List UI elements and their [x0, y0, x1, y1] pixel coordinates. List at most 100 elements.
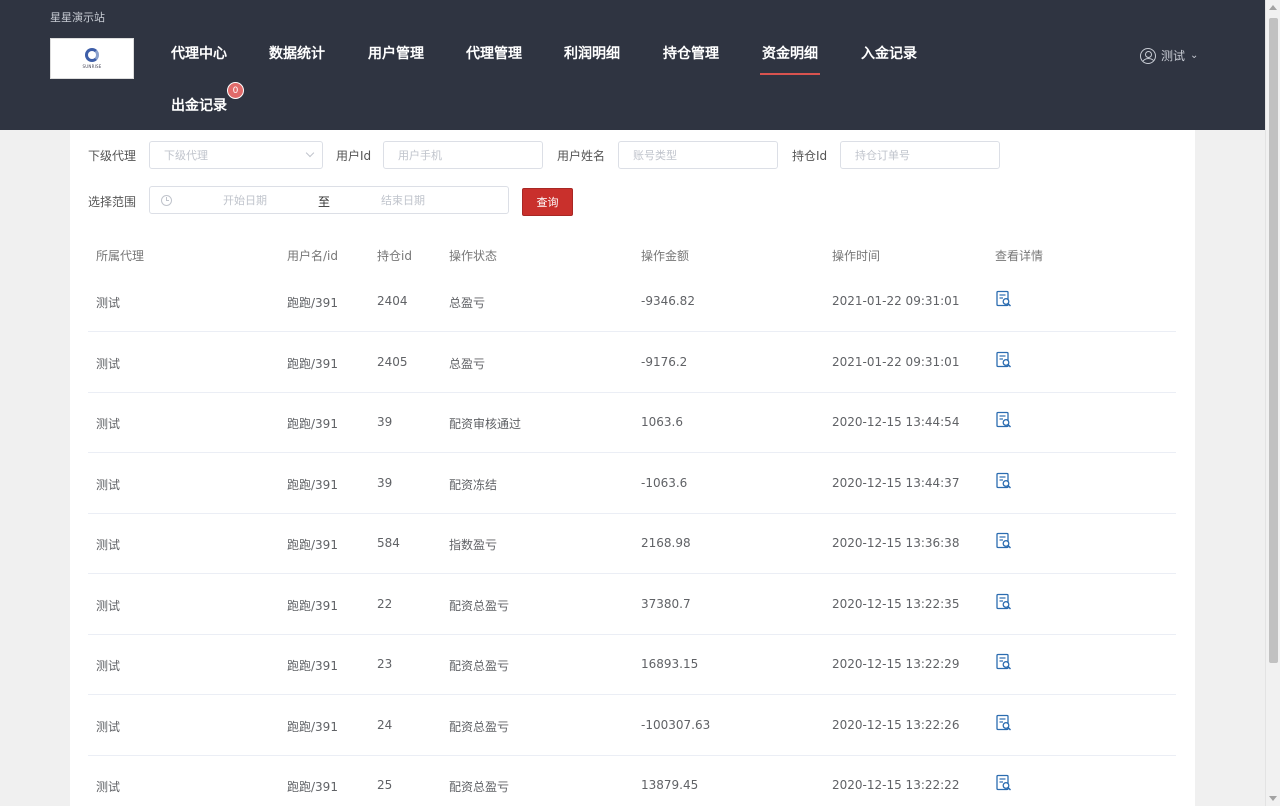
amount-cell: 16893.15 — [641, 657, 699, 671]
time-cell: 2020-12-15 13:36:38 — [832, 536, 960, 550]
nav-label: 出金记录 — [171, 98, 227, 114]
agent-cell: 测试 — [96, 538, 121, 552]
agent-cell: 测试 — [96, 356, 121, 371]
position-id-cell: 25 — [377, 778, 393, 792]
status-cell: 配资总盈亏 — [449, 780, 510, 794]
user-icon — [1140, 47, 1156, 64]
query-button[interactable]: 查询 — [522, 188, 573, 216]
table-row: 测试 跑跑/391 584 指数盈亏 2168.98 2020-12-15 13:36:3… — [88, 514, 1176, 574]
view-detail-icon[interactable] — [995, 411, 1013, 429]
view-detail-icon[interactable] — [995, 351, 1013, 369]
nav-agent-management[interactable]: 代理管理 — [466, 43, 522, 63]
amount-cell: -100307.63 — [641, 717, 711, 732]
position-id-cell: 39 — [377, 475, 393, 490]
status-cell: 总盈亏 — [449, 356, 486, 371]
agent-select[interactable] — [149, 141, 323, 169]
scroll-up-icon[interactable] — [1269, 5, 1277, 10]
position-id-cell: 23 — [377, 657, 393, 671]
agent-cell: 测试 — [96, 417, 121, 431]
username-input[interactable] — [618, 141, 778, 169]
status-cell: 配资总盈亏 — [449, 719, 510, 734]
view-detail-icon[interactable] — [995, 774, 1013, 792]
amount-cell: -9176.2 — [641, 354, 688, 369]
table-row: 测试 跑跑/391 24 配资总盈亏 -100307.63 2020-12-15 13:2… — [88, 696, 1176, 756]
agent-cell: 测试 — [96, 659, 121, 673]
scrollbar-thumb[interactable] — [1269, 18, 1278, 663]
position-id-cell: 584 — [377, 536, 400, 550]
time-cell: 2020-12-15 13:44:37 — [832, 475, 960, 490]
amount-cell: -1063.6 — [641, 475, 688, 490]
positionid-input[interactable] — [840, 141, 1000, 169]
start-date-input[interactable] — [190, 191, 300, 209]
user-name: 测试 — [1161, 49, 1186, 63]
username-cell: 跑跑/391 — [287, 417, 338, 431]
view-detail-icon[interactable] — [995, 472, 1013, 490]
username-cell: 跑跑/391 — [287, 356, 338, 371]
nav-data-stats[interactable]: 数据统计 — [269, 43, 325, 63]
view-detail-icon[interactable] — [995, 593, 1013, 611]
nav-profit-details[interactable]: 利润明细 — [564, 43, 620, 63]
page-scrollbar[interactable] — [1265, 0, 1280, 806]
view-detail-icon[interactable] — [995, 290, 1013, 308]
nav-label: 数据统计 — [269, 46, 325, 62]
userid-filter-label: 用户Id — [336, 149, 372, 163]
view-detail-icon[interactable] — [995, 532, 1013, 550]
nav-label: 资金明细 — [762, 46, 818, 62]
status-cell: 指数盈亏 — [449, 538, 498, 552]
nav-agent-center[interactable]: 代理中心 — [171, 43, 227, 63]
time-cell: 2020-12-15 13:22:35 — [832, 596, 960, 611]
site-name: 星星演示站 — [50, 11, 105, 24]
userid-input[interactable] — [383, 141, 543, 169]
amount-cell: 1063.6 — [641, 415, 683, 429]
column-header: 持仓id — [377, 249, 412, 263]
view-detail-icon[interactable] — [995, 653, 1013, 671]
status-cell: 配资总盈亏 — [449, 659, 510, 673]
position-id-cell: 22 — [377, 596, 393, 611]
clock-icon — [161, 195, 172, 206]
agent-cell: 测试 — [96, 477, 121, 492]
column-header: 操作金额 — [641, 249, 690, 263]
nav-label: 代理中心 — [171, 46, 227, 62]
username-cell: 跑跑/391 — [287, 538, 338, 552]
range-separator: 至 — [318, 195, 331, 209]
nav-user-management[interactable]: 用户管理 — [368, 43, 424, 63]
username-cell: 跑跑/391 — [287, 780, 338, 794]
nav-label: 利润明细 — [564, 46, 620, 62]
nav-label: 用户管理 — [368, 46, 424, 62]
time-cell: 2020-12-15 13:22:29 — [832, 657, 960, 671]
date-range-picker[interactable]: 至 — [149, 186, 509, 214]
status-cell: 总盈亏 — [449, 296, 486, 310]
username-cell: 跑跑/391 — [287, 477, 338, 492]
nav-withdraw-records[interactable]: 出金记录 0 — [171, 82, 244, 115]
logo-mark-icon — [84, 48, 99, 62]
username-cell: 跑跑/391 — [287, 659, 338, 673]
position-id-cell: 39 — [377, 415, 393, 429]
nav-label: 入金记录 — [861, 46, 917, 62]
agent-cell: 测试 — [96, 296, 121, 310]
nav-position-management[interactable]: 持仓管理 — [663, 43, 719, 63]
notification-badge: 0 — [227, 82, 244, 99]
scroll-down-icon[interactable] — [1269, 796, 1277, 801]
amount-cell: 2168.98 — [641, 536, 691, 550]
nav-deposit-records[interactable]: 入金记录 — [861, 43, 917, 63]
nav-label: 持仓管理 — [663, 46, 719, 62]
status-cell: 配资冻结 — [449, 477, 498, 492]
table-row: 测试 跑跑/391 2404 总盈亏 -9346.82 2021-01-22 09:31:… — [88, 272, 1176, 332]
amount-cell: 37380.7 — [641, 596, 691, 611]
agent-cell: 测试 — [96, 598, 121, 613]
username-filter-label: 用户姓名 — [557, 149, 606, 163]
agent-select-input[interactable] — [149, 141, 323, 169]
nav-fund-details[interactable]: 资金明细 — [760, 43, 820, 75]
agent-cell: 测试 — [96, 719, 121, 734]
main-panel: 下级代理 用户Id 用户姓名 持仓Id 选择范围 至 查询 所属代理 用户名/i… — [70, 130, 1195, 806]
end-date-input[interactable] — [348, 191, 458, 209]
positionid-filter-label: 持仓Id — [792, 149, 828, 163]
time-cell: 2021-01-22 09:31:01 — [832, 294, 960, 308]
user-menu[interactable]: 测试 ⌄ — [1140, 47, 1198, 64]
view-detail-icon[interactable] — [995, 714, 1013, 732]
range-filter-label: 选择范围 — [88, 195, 137, 209]
position-id-cell: 24 — [377, 717, 393, 732]
logo[interactable]: SUNRISE — [50, 38, 134, 79]
time-cell: 2020-12-15 13:44:54 — [832, 415, 960, 429]
amount-cell: 13879.45 — [641, 778, 699, 792]
